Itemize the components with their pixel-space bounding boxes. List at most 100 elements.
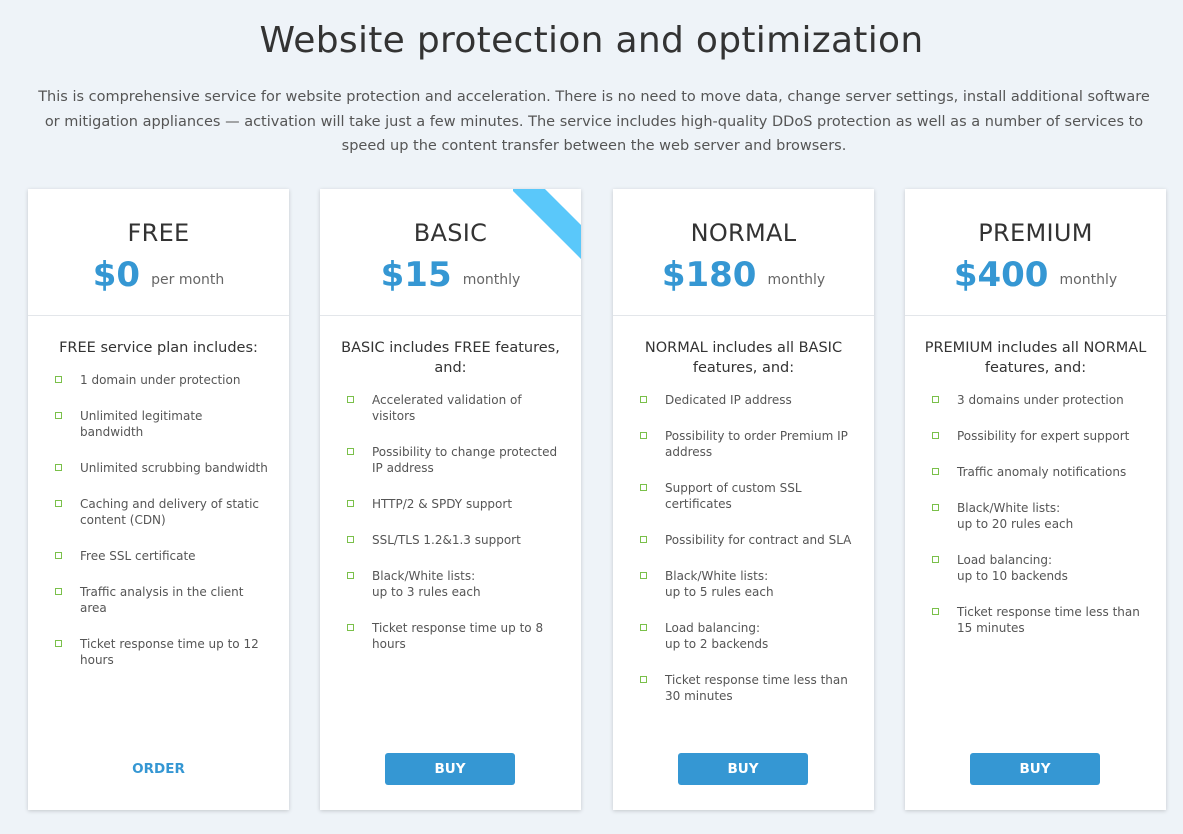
feature-item: Load balancing: up to 10 backends	[932, 552, 1146, 584]
price-row: $180 monthly	[613, 255, 874, 295]
plan-price: $0	[92, 255, 141, 295]
check-icon	[640, 624, 647, 631]
check-icon	[55, 412, 62, 419]
check-icon	[932, 396, 939, 403]
feature-text: Ticket response time less than 30 minute…	[665, 673, 848, 703]
feature-item: Traffic anomaly notifications	[932, 464, 1146, 480]
check-icon	[55, 464, 62, 471]
order-link[interactable]: ORDER	[28, 761, 289, 777]
price-row: $400 monthly	[905, 255, 1166, 295]
feature-text: Support of custom SSL certificates	[665, 481, 802, 511]
buy-button[interactable]: BUY	[678, 753, 808, 785]
feature-item: Possibility for expert support	[932, 428, 1146, 444]
check-icon	[347, 500, 354, 507]
feature-item: Accelerated validation of visitors	[347, 392, 561, 424]
check-icon	[347, 572, 354, 579]
check-icon	[55, 552, 62, 559]
feature-text: Load balancing: up to 2 backends	[665, 621, 769, 651]
feature-text: Free SSL certificate	[80, 549, 196, 563]
feature-item: Load balancing: up to 2 backends	[640, 620, 854, 652]
feature-item: Support of custom SSL certificates	[640, 480, 854, 512]
check-icon	[347, 624, 354, 631]
plan-name: PREMIUM	[978, 219, 1093, 247]
feature-item: Caching and delivery of static content (…	[55, 496, 269, 528]
feature-text: Unlimited scrubbing bandwidth	[80, 461, 268, 475]
feature-item: Black/White lists: up to 5 rules each	[640, 568, 854, 600]
feature-text: Possibility for expert support	[957, 429, 1130, 443]
feature-item: Unlimited legitimate bandwidth	[55, 408, 269, 440]
feature-list: 1 domain under protection Unlimited legi…	[28, 372, 289, 668]
feature-item: Dedicated IP address	[640, 392, 854, 408]
feature-item: Possibility to change protected IP addre…	[347, 444, 561, 476]
check-icon	[640, 432, 647, 439]
price-row: $0 per month	[28, 255, 289, 295]
feature-text: Dedicated IP address	[665, 393, 792, 407]
plan-includes: NORMAL includes all BASIC features, and:	[644, 340, 843, 376]
feature-text: Unlimited legitimate bandwidth	[80, 409, 203, 439]
check-icon	[347, 448, 354, 455]
feature-text: Ticket response time up to 8 hours	[372, 621, 544, 651]
feature-item: Possibility for contract and SLA	[640, 532, 854, 548]
feature-list: Accelerated validation of visitors Possi…	[320, 392, 581, 652]
feature-text: 3 domains under protection	[957, 393, 1124, 407]
feature-item: SSL/TLS 1.2&1.3 support	[347, 532, 561, 548]
check-icon	[932, 468, 939, 475]
plan-name: FREE	[127, 219, 190, 247]
feature-item: Unlimited scrubbing bandwidth	[55, 460, 269, 476]
check-icon	[932, 556, 939, 563]
feature-item: Ticket response time less than 15 minute…	[932, 604, 1146, 636]
plan-header: NORMAL $180 monthly	[613, 189, 874, 316]
plan-price: $15	[380, 255, 452, 295]
check-icon	[640, 484, 647, 491]
feature-text: Traffic analysis in the client area	[80, 585, 244, 615]
check-icon	[932, 608, 939, 615]
buy-button[interactable]: BUY	[970, 753, 1100, 785]
check-icon	[55, 376, 62, 383]
plan-period: monthly	[462, 272, 521, 288]
buy-button[interactable]: BUY	[385, 753, 515, 785]
check-icon	[55, 588, 62, 595]
feature-text: Possibility for contract and SLA	[665, 533, 852, 547]
feature-text: Possibility to change protected IP addre…	[372, 445, 558, 475]
feature-text: Black/White lists: up to 5 rules each	[665, 569, 774, 599]
plan-price: $400	[953, 255, 1049, 295]
plan-header: PREMIUM $400 monthly	[905, 189, 1166, 316]
feature-text: Accelerated validation of visitors	[372, 393, 522, 423]
feature-item: HTTP/2 & SPDY support	[347, 496, 561, 512]
feature-item: Possibility to order Premium IP address	[640, 428, 854, 460]
price-row: $15 monthly	[320, 255, 581, 295]
check-icon	[932, 432, 939, 439]
plan-includes: PREMIUM includes all NORMAL features, an…	[924, 340, 1147, 376]
plan-card-normal: NORMAL $180 monthly NORMAL includes all …	[613, 189, 874, 810]
feature-item: Ticket response time up to 8 hours	[347, 620, 561, 652]
plan-price: $180	[661, 255, 757, 295]
feature-text: Possibility to order Premium IP address	[665, 429, 848, 459]
feature-item: Black/White lists: up to 3 rules each	[347, 568, 561, 600]
feature-item: Traffic analysis in the client area	[55, 584, 269, 616]
check-icon	[347, 536, 354, 543]
feature-text: Traffic anomaly notifications	[957, 465, 1127, 479]
plan-card-basic: BASIC $15 monthly BASIC includes FREE fe…	[320, 189, 581, 810]
feature-text: HTTP/2 & SPDY support	[372, 497, 513, 511]
plan-header: BASIC $15 monthly	[320, 189, 581, 316]
plan-name: NORMAL	[690, 219, 797, 247]
plan-period: per month	[151, 272, 225, 288]
plan-name: BASIC	[413, 219, 488, 247]
feature-item: 1 domain under protection	[55, 372, 269, 388]
check-icon	[55, 640, 62, 647]
feature-text: Ticket response time up to 12 hours	[80, 637, 259, 667]
feature-text: 1 domain under protection	[80, 373, 241, 387]
feature-item: 3 domains under protection	[932, 392, 1146, 408]
feature-text: Ticket response time less than 15 minute…	[957, 605, 1140, 635]
feature-item: Ticket response time up to 12 hours	[55, 636, 269, 668]
plan-includes: FREE service plan includes:	[59, 340, 258, 356]
feature-list: 3 domains under protection Possibility f…	[905, 392, 1166, 636]
page-title: Website protection and optimization	[259, 20, 924, 61]
check-icon	[932, 504, 939, 511]
plan-card-free: FREE $0 per month FREE service plan incl…	[28, 189, 289, 810]
check-icon	[640, 536, 647, 543]
plan-period: monthly	[1059, 272, 1118, 288]
feature-text: Caching and delivery of static content (…	[80, 497, 260, 527]
feature-text: Black/White lists: up to 3 rules each	[372, 569, 481, 599]
feature-list: Dedicated IP address Possibility to orde…	[613, 392, 874, 704]
